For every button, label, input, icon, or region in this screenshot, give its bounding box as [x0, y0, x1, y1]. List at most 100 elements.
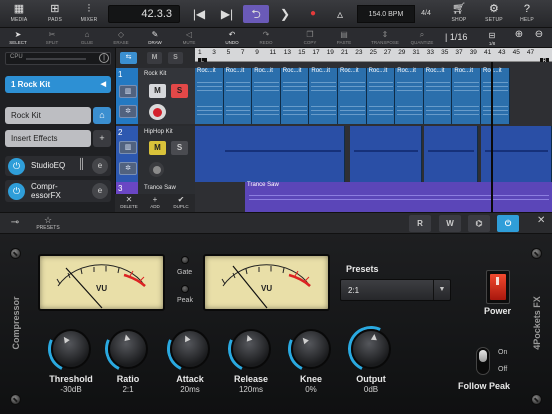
copy-button[interactable]: ❐ COPY [298, 29, 322, 47]
mixer-button[interactable]: ⫶ MIXER [74, 2, 104, 26]
forward-button[interactable]: ▶| [216, 5, 238, 23]
transpose-button[interactable]: ⇕ TRANSPOSE [369, 29, 401, 47]
insert-effects-header[interactable]: Insert Effects [5, 130, 91, 147]
plugin-editor-tab[interactable]: ⊸ [3, 213, 27, 234]
global-mute-button[interactable]: M [147, 52, 162, 64]
track-name-selector[interactable]: 1 Rock Kit ◀ [5, 76, 111, 93]
delete-track-button[interactable]: ✕ DELETE [117, 195, 141, 211]
erase-tool[interactable]: ◇ ERASE [109, 29, 133, 47]
edit-effect-icon[interactable]: e [92, 158, 108, 174]
clip[interactable] [350, 126, 422, 182]
play-button[interactable]: ❯ [274, 5, 296, 23]
keyboard-icon[interactable]: ▥ [119, 141, 137, 154]
grid-size[interactable]: | 1/16 [445, 32, 467, 42]
clip[interactable]: Roc...it [223, 68, 253, 124]
redo-button[interactable]: ↷ REDO [254, 29, 278, 47]
instrument-edit-icon[interactable]: ⌂ [93, 107, 111, 124]
clip[interactable]: Roc...it [366, 68, 396, 124]
global-solo-button[interactable]: S [168, 52, 183, 64]
playhead[interactable] [491, 62, 493, 212]
clip[interactable]: Trance Saw [245, 182, 552, 212]
rewind-button[interactable]: |◀ [188, 5, 210, 23]
media-button[interactable]: ▦ MEDIA [4, 2, 34, 26]
preset-dropdown[interactable]: 2:1 ▼ [340, 279, 451, 301]
settings-icon[interactable]: ✲ [119, 105, 137, 118]
solo-button[interactable]: S [171, 141, 188, 155]
track-headers: ⇆ M S 1 Rock Kit ▥ ✲ M S 2 HipHop Kit ▥ … [115, 48, 196, 212]
clip[interactable]: Roc...it [338, 68, 367, 124]
clip[interactable]: Roc...it [280, 68, 310, 124]
record-button[interactable]: ● [302, 5, 324, 23]
arrange-view[interactable]: Roc...it Roc...it Roc...it Roc...it Roc...it… [195, 62, 552, 212]
knee-knob[interactable] [291, 329, 331, 369]
help-button[interactable]: ? HELP [514, 2, 540, 26]
effect-slot-1[interactable]: ⏻ StudioEQ ║ e [5, 156, 111, 176]
w-button[interactable]: W [439, 215, 461, 232]
r-button[interactable]: R [409, 215, 431, 232]
knob-indicator [122, 333, 131, 342]
plugin-power-icon[interactable]: ⏻ [497, 215, 519, 232]
record-arm-button[interactable] [149, 162, 164, 177]
instrument-selector[interactable]: Rock Kit [5, 107, 91, 124]
mute-tool[interactable]: ◁ MUTE [177, 29, 201, 47]
zoom-out-button[interactable]: ⊖ [530, 29, 548, 47]
add-effect-icon[interactable]: + [93, 130, 111, 147]
select-tool[interactable]: ➤ SELECT [6, 29, 30, 47]
power-switch[interactable] [486, 270, 510, 304]
track-header-3[interactable]: 3 Trance Saw [116, 182, 196, 194]
time-signature[interactable]: 4/4 [417, 5, 435, 23]
clip[interactable]: Roc...it [252, 68, 281, 124]
metronome-icon[interactable]: ▵ [329, 5, 351, 23]
duplicate-track-button[interactable]: ✔ DUPLC [169, 195, 193, 211]
glue-tool[interactable]: ⌂ GLUE [75, 29, 99, 47]
track-header-1[interactable]: 1 Rock Kit ▥ ✲ M S [116, 68, 196, 124]
quantize-button[interactable]: ⌕ QUANTIZE [407, 29, 437, 47]
undo-button[interactable]: ↶ UNDO [220, 29, 244, 47]
setup-button[interactable]: ⚙ SETUP [481, 2, 507, 26]
threshold-knob[interactable] [51, 329, 91, 369]
edit-effect-icon[interactable]: e [92, 183, 108, 199]
pads-button[interactable]: ⊞ PADS [40, 2, 70, 26]
clip[interactable] [195, 126, 345, 182]
clip[interactable]: Roc...it [452, 68, 481, 124]
mute-button[interactable]: M [149, 84, 166, 98]
clip[interactable]: Roc...it [195, 68, 224, 124]
draw-tool[interactable]: ✎ DRAW [143, 29, 167, 47]
note-line [425, 114, 451, 115]
clip[interactable]: Roc...it [395, 68, 424, 124]
solo-button[interactable]: S [171, 84, 188, 98]
position-counter[interactable]: 42.3.3 [108, 5, 180, 23]
mute-button[interactable]: M [149, 141, 166, 155]
routing-icon[interactable]: ⌬ [468, 215, 490, 232]
record-arm-button[interactable] [149, 104, 166, 120]
settings-icon[interactable]: ✲ [119, 162, 137, 175]
timeline-ruler[interactable]: 1 3 5 7 9 11 13 15 17 19 21 23 25 27 29 31 33 35 37 39 41 43 4… [195, 48, 552, 64]
presets-tab[interactable]: ☆ PRESETS [33, 213, 63, 234]
release-knob[interactable] [231, 329, 271, 369]
snap-button[interactable]: ⊟ 1/8 [482, 30, 502, 48]
clip[interactable]: Roc...it [309, 68, 338, 124]
cpu-toggle-icon[interactable]: | [99, 53, 109, 63]
effect-slot-2[interactable]: ⏻ Compr-essorFX e [5, 180, 111, 202]
output-knob[interactable] [351, 329, 391, 369]
add-track-button[interactable]: + ADD [143, 195, 167, 211]
track-view-icon[interactable]: ⇆ [120, 52, 137, 64]
keyboard-icon[interactable]: ▥ [119, 85, 137, 98]
follow-peak-toggle[interactable] [476, 347, 490, 375]
close-icon[interactable]: ✕ [537, 215, 545, 226]
ratio-knob[interactable] [108, 329, 148, 369]
clip[interactable] [424, 126, 478, 182]
clip[interactable]: Roc...it [481, 68, 510, 124]
loop-button[interactable]: ⮌ [243, 5, 269, 23]
zoom-in-button[interactable]: ⊕ [510, 29, 528, 47]
shop-button[interactable]: 🛒︎ SHOP [446, 2, 472, 26]
power-icon[interactable]: ⏻ [8, 182, 25, 200]
attack-knob[interactable] [170, 329, 210, 369]
power-icon[interactable]: ⏻ [8, 157, 25, 175]
tempo-display[interactable]: 154.0 BPM [357, 5, 415, 23]
split-tool[interactable]: ✂ SPLIT [40, 29, 64, 47]
fader-icon[interactable]: ║ [78, 159, 85, 170]
paste-button[interactable]: ▤ PASTE [332, 29, 356, 47]
clip[interactable]: Roc...it [423, 68, 453, 124]
track-header-2[interactable]: 2 HipHop Kit ▥ ✲ M S [116, 126, 196, 182]
